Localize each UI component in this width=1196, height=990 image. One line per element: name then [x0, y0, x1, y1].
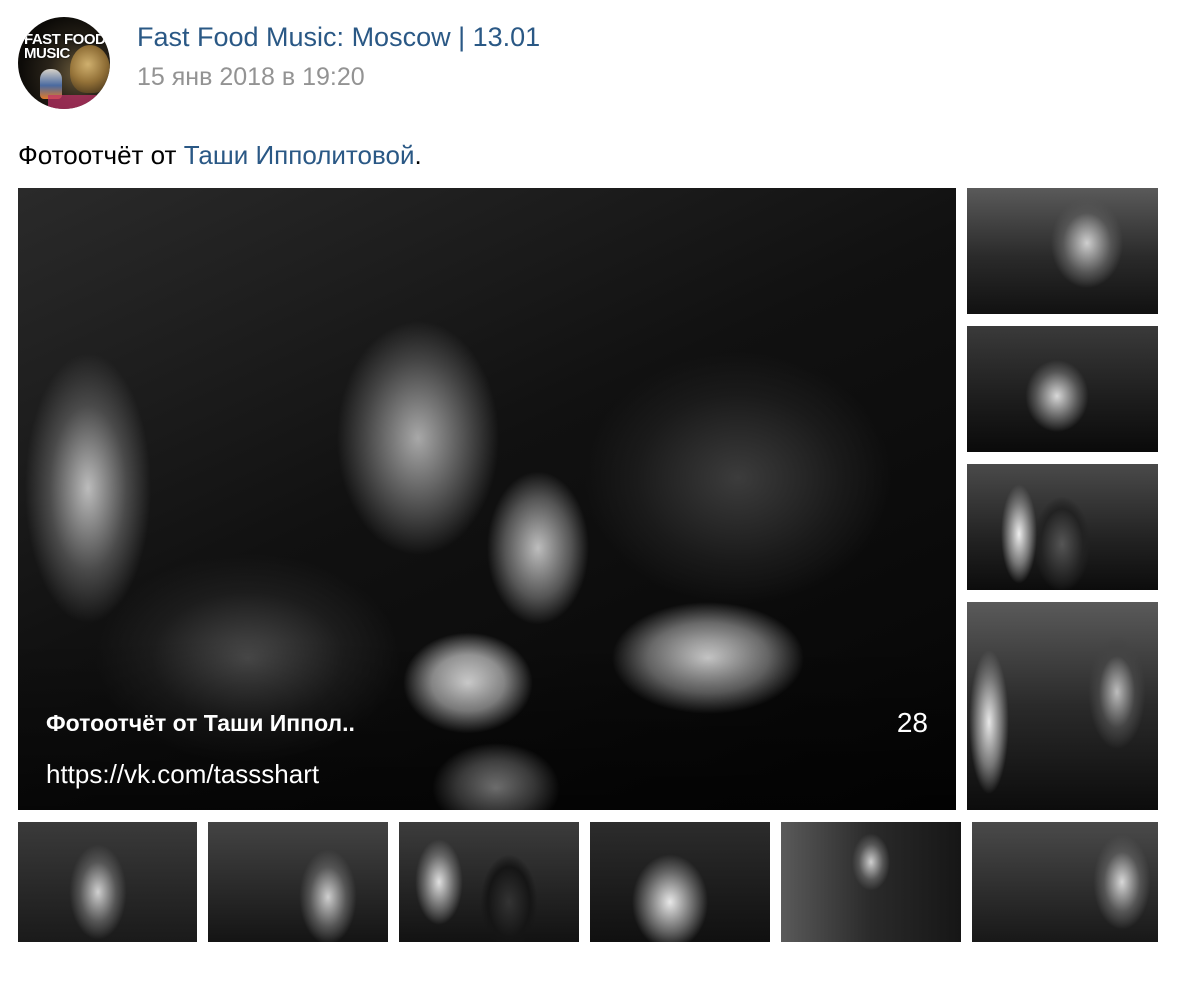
photo-thumbnail[interactable]: [967, 188, 1158, 314]
group-avatar[interactable]: FAST FOOD MUSIC: [18, 17, 110, 109]
wall-post: FAST FOOD MUSIC Fast Food Music: Moscow …: [0, 0, 1196, 990]
avatar-accent-graphic: [48, 95, 108, 109]
author-name-link[interactable]: Fast Food Music: Moscow | 13.01: [137, 22, 540, 53]
photographer-mention-link[interactable]: Таши Ипполитовой: [184, 140, 415, 170]
photo-thumbnail[interactable]: [967, 602, 1158, 810]
photo-thumbnail[interactable]: [590, 822, 770, 942]
photo-thumbnail[interactable]: [972, 822, 1158, 942]
album-cover-photo[interactable]: Фотоотчёт от Таши Иппол.. 28 https://vk.…: [18, 188, 956, 810]
post-text: Фотоотчёт от Таши Ипполитовой.: [18, 140, 422, 171]
post-text-prefix: Фотоотчёт от: [18, 140, 184, 170]
album-title: Фотоотчёт от Таши Иппол..: [46, 710, 355, 736]
photo-thumbnail[interactable]: [399, 822, 579, 942]
photo-thumbnail[interactable]: [781, 822, 961, 942]
post-text-suffix: .: [414, 140, 422, 170]
photo-thumbnail[interactable]: [208, 822, 388, 942]
avatar-logo-text: FAST FOOD MUSIC: [24, 31, 106, 62]
post-date-link[interactable]: 15 янв 2018 в 19:20: [137, 63, 365, 92]
album-photo-count: 28: [896, 707, 928, 738]
photo-thumbnail[interactable]: [967, 464, 1158, 590]
album-link[interactable]: https://vk.com/tassshart: [46, 759, 319, 790]
photo-thumbnail[interactable]: [967, 326, 1158, 452]
photo-thumbnail[interactable]: [18, 822, 197, 942]
